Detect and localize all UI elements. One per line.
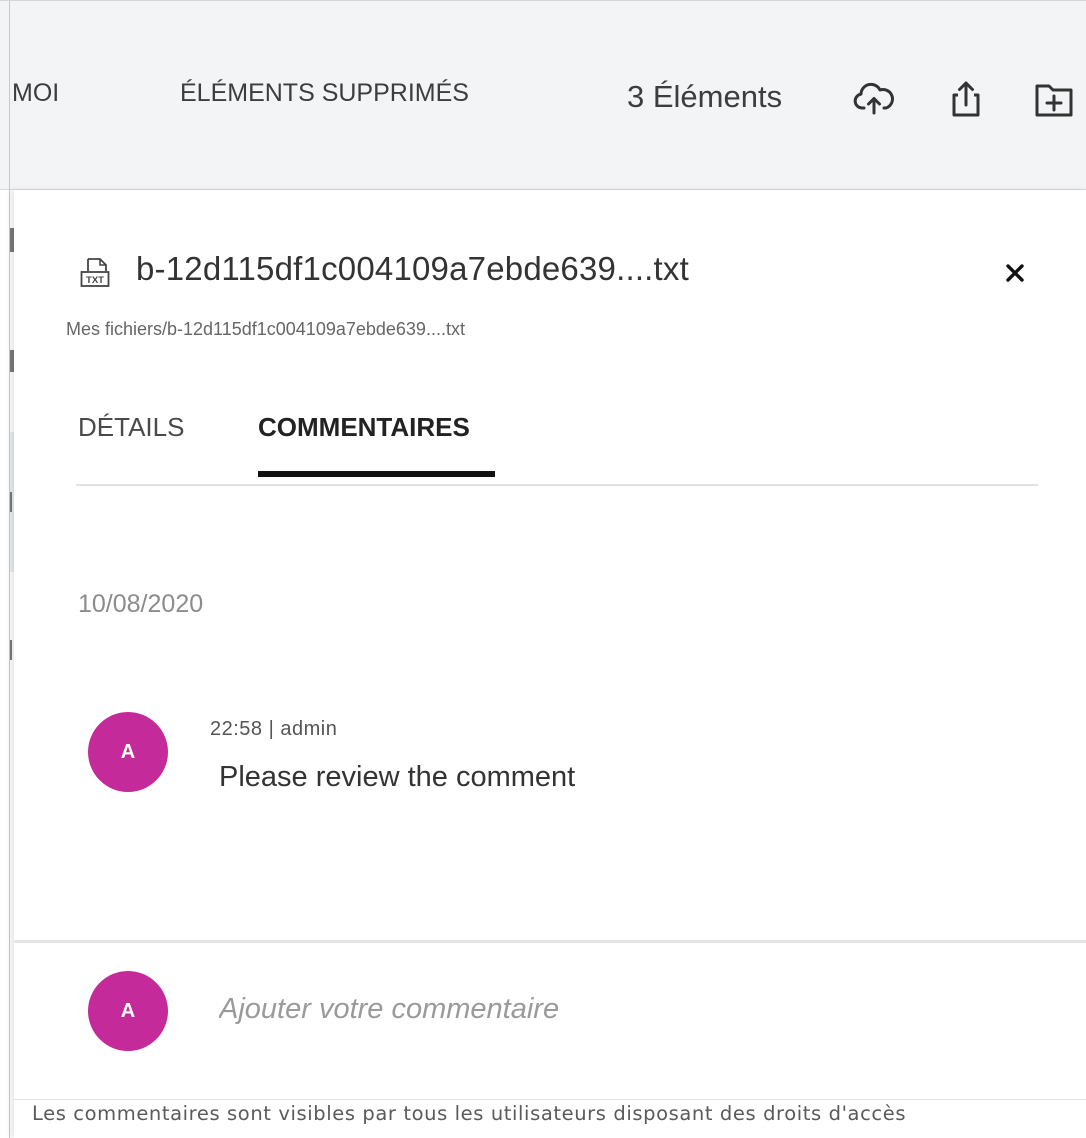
file-header: TXT b-12d115df1c004109a7ebde639....txt <box>66 244 1046 294</box>
avatar: A <box>88 971 168 1051</box>
comment-text: Please review the comment <box>219 761 576 793</box>
new-folder-icon[interactable] <box>1032 77 1076 121</box>
page: MOI ÉLÉMENTS SUPPRIMÉS 3 Éléments TXT b-… <box>0 0 1086 1138</box>
svg-text:TXT: TXT <box>86 275 104 286</box>
file-detail-panel: TXT b-12d115df1c004109a7ebde639....txt M… <box>14 190 1086 1138</box>
close-icon[interactable] <box>1000 258 1030 288</box>
strip-mark <box>10 492 12 512</box>
active-tab-indicator <box>258 471 495 477</box>
background-list-edge <box>0 190 14 1138</box>
share-upload-icon[interactable] <box>944 77 988 121</box>
tab-details[interactable]: DÉTAILS <box>78 412 184 443</box>
comment-composer: A <box>14 940 1086 1100</box>
file-path: Mes fichiers/b-12d115df1c004109a7ebde639… <box>66 319 465 339</box>
cloud-upload-icon[interactable] <box>852 77 896 121</box>
comment-meta: 22:58 | admin <box>210 718 338 740</box>
file-name: b-12d115df1c004109a7ebde639....txt <box>136 250 689 287</box>
strip-edge <box>9 190 10 1138</box>
comment-date: 10/08/2020 <box>78 590 204 618</box>
comment-input[interactable] <box>219 987 1049 1031</box>
tab-moi[interactable]: MOI <box>12 79 59 108</box>
txt-file-icon: TXT <box>80 257 110 289</box>
top-toolbar: MOI ÉLÉMENTS SUPPRIMÉS 3 Éléments <box>0 0 1086 191</box>
toolbar-edge <box>9 1 10 191</box>
comments-visibility-note: Les commentaires sont visibles par tous … <box>32 1102 907 1125</box>
item-count: 3 Éléments <box>627 79 783 114</box>
avatar: A <box>88 712 168 792</box>
tab-comments[interactable]: COMMENTAIRES <box>258 412 470 443</box>
tab-deleted-items[interactable]: ÉLÉMENTS SUPPRIMÉS <box>180 79 469 108</box>
strip-mark <box>10 640 12 660</box>
panel-tabs: DÉTAILS COMMENTAIRES <box>76 386 1038 486</box>
